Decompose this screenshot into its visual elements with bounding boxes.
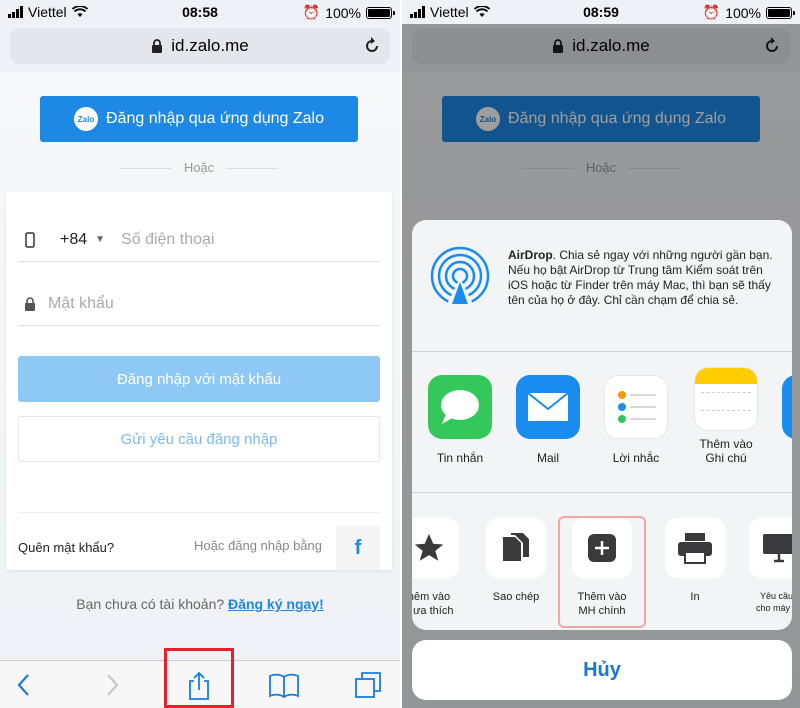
app-messages[interactable]: Tin nhắn xyxy=(426,375,494,465)
facebook-icon: f xyxy=(354,536,362,559)
address-bar[interactable]: id.zalo.me xyxy=(10,28,390,64)
login-card: +84 ▼ Số điện thoại Mật khẩu Đăng nhập vớ… xyxy=(6,192,392,570)
battery-percent: 100% xyxy=(325,4,361,21)
phone-placeholder: Số điện thoại xyxy=(121,230,215,248)
request-login-button[interactable]: Gửi yêu cầu đăng nhập xyxy=(18,416,380,462)
country-code-select[interactable]: +84 ▼ xyxy=(60,231,105,249)
signup-link[interactable]: Đăng ký ngay! xyxy=(228,596,324,612)
share-actions-row: hêm vào c ưa thích Sao chép Thêm vào MH … xyxy=(412,494,792,630)
phone-icon xyxy=(18,231,42,248)
signup-prompt: Bạn chưa có tài khoản? Đăng ký ngay! xyxy=(0,596,400,612)
forgot-password-link[interactable]: Quên mật khẩu? xyxy=(18,540,114,555)
alarm-icon: ⏰ xyxy=(702,4,721,20)
share-apps-row: Tin nhắn Mail Lời nhắc Thêm vào Ghi chú xyxy=(412,353,792,493)
password-field[interactable]: Mật khẩu xyxy=(18,282,380,326)
notes-icon xyxy=(694,367,758,431)
star-icon xyxy=(412,518,459,578)
left-screen: Viettel 08:58 ⏰ 100% id.zalo.me Zalo Đăn… xyxy=(0,0,400,708)
phone-field[interactable]: +84 ▼ Số điện thoại xyxy=(18,218,380,262)
chevron-down-icon: ▼ xyxy=(95,234,106,245)
web-page: Zalo Đăng nhập qua ứng dụng Zalo Hoặc +8… xyxy=(0,72,400,708)
app-notes[interactable]: Thêm vào Ghi chú xyxy=(692,367,760,465)
share-highlight-box xyxy=(164,648,234,708)
login-password-button[interactable]: Đăng nhập với mật khẩu xyxy=(18,356,380,402)
action-request-desktop[interactable]: Yêu cầu t cho máy ch xyxy=(742,518,792,614)
reload-icon[interactable] xyxy=(362,36,382,56)
action-copy[interactable]: Sao chép xyxy=(479,518,553,604)
battery-icon xyxy=(366,6,395,19)
back-icon[interactable] xyxy=(14,671,34,699)
share-sheet: AirDrop. Chia sẻ ngay với những người gầ… xyxy=(412,220,792,630)
alt-login-label: Hoặc đăng nhập bằng xyxy=(194,538,322,553)
url-text: id.zalo.me xyxy=(171,36,249,55)
battery-percent: 100% xyxy=(725,4,761,21)
no-account-text: Bạn chưa có tài khoản? xyxy=(76,596,225,612)
app-reminders[interactable]: Lời nhắc xyxy=(602,375,670,465)
airdrop-title: AirDrop xyxy=(508,248,553,262)
airdrop-description: AirDrop. Chia sẻ ngay với những người gầ… xyxy=(508,248,773,307)
password-placeholder: Mật khẩu xyxy=(48,294,114,312)
action-print[interactable]: In xyxy=(658,518,732,604)
status-bar: Viettel 08:58 ⏰ 100% xyxy=(0,0,400,24)
airdrop-section[interactable]: AirDrop. Chia sẻ ngay với những người gầ… xyxy=(412,220,792,352)
facebook-login-button[interactable]: f xyxy=(336,526,380,570)
lock-icon xyxy=(18,296,42,311)
zalo-button-label: Đăng nhập qua ứng dụng Zalo xyxy=(106,110,324,127)
cancel-button[interactable]: Hủy xyxy=(412,640,792,700)
app-mail[interactable]: Mail xyxy=(514,375,582,465)
zalo-app-login-button[interactable]: Zalo Đăng nhập qua ứng dụng Zalo xyxy=(40,96,358,142)
tabs-icon[interactable] xyxy=(354,671,382,699)
messages-icon xyxy=(428,375,492,439)
or-divider: Hoặc xyxy=(120,160,278,175)
action-add-favorite[interactable]: hêm vào c ưa thích xyxy=(412,518,466,618)
airdrop-icon xyxy=(430,246,490,306)
status-bar: Viettel 08:59 ⏰ 100% xyxy=(402,0,800,24)
copy-icon xyxy=(486,518,546,578)
desktop-icon xyxy=(749,518,792,578)
lock-icon xyxy=(152,39,163,53)
mail-icon xyxy=(516,375,580,439)
card-divider xyxy=(18,512,380,513)
bookmarks-icon[interactable] xyxy=(268,671,300,699)
alarm-icon: ⏰ xyxy=(302,4,321,20)
action-add-to-home[interactable]: Thêm vào MH chính xyxy=(558,516,646,628)
partial-app-icon xyxy=(782,375,792,439)
right-screen: Viettel 08:59 ⏰ 100% id.zalo.me Zalo Đăn… xyxy=(402,0,800,708)
battery-icon xyxy=(766,6,795,19)
zalo-logo-icon: Zalo xyxy=(74,107,98,131)
printer-icon xyxy=(665,518,725,578)
reminders-icon xyxy=(604,375,668,439)
forward-icon[interactable] xyxy=(102,671,122,699)
add-home-icon xyxy=(572,518,632,578)
